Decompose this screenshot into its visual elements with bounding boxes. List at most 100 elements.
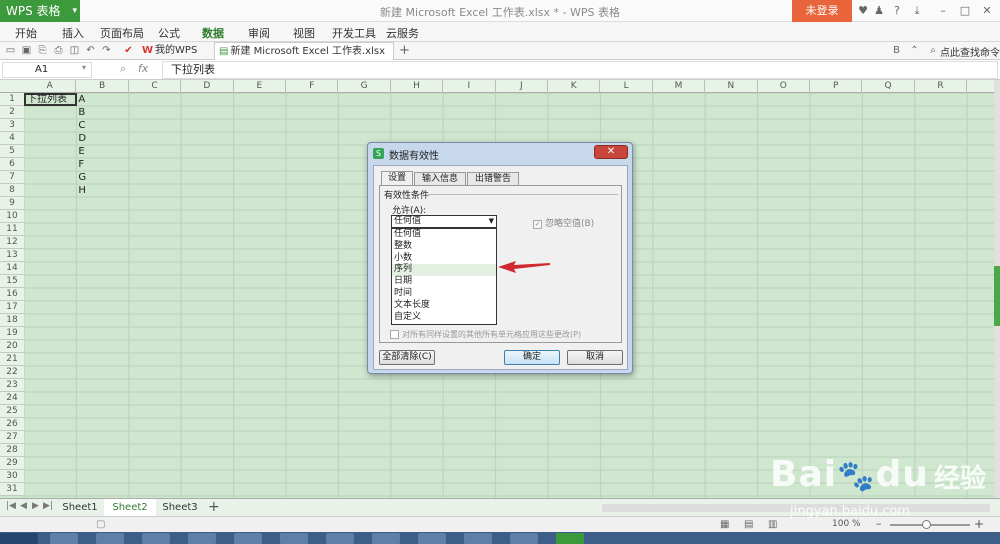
row-header[interactable]: 2 bbox=[0, 106, 24, 119]
row-header[interactable]: 27 bbox=[0, 431, 24, 444]
menu-data[interactable]: 数据 bbox=[202, 25, 224, 41]
export-icon[interactable]: ⎘ bbox=[36, 44, 49, 57]
taskbar-app-icon[interactable] bbox=[326, 533, 354, 544]
tab-input-message[interactable]: 输入信息 bbox=[414, 172, 466, 186]
taskbar-app-icon[interactable] bbox=[234, 533, 262, 544]
row-header[interactable]: 14 bbox=[0, 262, 24, 275]
taskbar-app-icon[interactable] bbox=[96, 533, 124, 544]
column-header[interactable]: B bbox=[76, 80, 129, 93]
column-header[interactable]: P bbox=[810, 80, 863, 93]
column-header[interactable]: D bbox=[181, 80, 234, 93]
menu-cloud-services[interactable]: 云服务 bbox=[386, 25, 419, 41]
row-header[interactable]: 11 bbox=[0, 223, 24, 236]
print-icon[interactable]: ⎙ bbox=[52, 44, 65, 57]
preview-icon[interactable]: ◫ bbox=[68, 44, 81, 57]
row-header[interactable]: 4 bbox=[0, 132, 24, 145]
row-header[interactable]: 12 bbox=[0, 236, 24, 249]
menu-review[interactable]: 审阅 bbox=[248, 25, 270, 41]
dialog-close-button[interactable]: ✕ bbox=[594, 145, 628, 159]
taskbar-wps-icon[interactable] bbox=[556, 533, 584, 544]
row-header[interactable]: 18 bbox=[0, 314, 24, 327]
taskbar-app-icon[interactable] bbox=[142, 533, 170, 544]
cell-value[interactable]: A bbox=[76, 93, 85, 106]
last-sheet-icon[interactable]: ▶| bbox=[43, 501, 53, 511]
fx-label[interactable]: fx bbox=[138, 62, 148, 75]
new-tab-icon[interactable]: + bbox=[398, 44, 411, 57]
allow-option-custom[interactable]: 自定义 bbox=[392, 312, 496, 324]
tab-error-alert[interactable]: 出错警告 bbox=[467, 172, 519, 186]
row-header[interactable]: 15 bbox=[0, 275, 24, 288]
row-header[interactable]: 9 bbox=[0, 197, 24, 210]
row-header[interactable]: 1 bbox=[0, 93, 24, 106]
minimize-icon[interactable]: – bbox=[936, 4, 950, 18]
doc-tab-my-wps[interactable]: W我的WPS ✕ bbox=[138, 42, 212, 73]
save-icon[interactable]: ▣ bbox=[20, 44, 33, 57]
row-header[interactable]: 7 bbox=[0, 171, 24, 184]
cell-value[interactable]: D bbox=[76, 132, 86, 145]
command-search[interactable]: 点此查找命令 bbox=[940, 44, 1000, 59]
column-header[interactable]: M bbox=[653, 80, 706, 93]
menu-page-layout[interactable]: 页面布局 bbox=[100, 25, 144, 41]
name-box[interactable]: A1 bbox=[2, 62, 92, 78]
allow-option-text-length[interactable]: 文本长度 bbox=[392, 300, 496, 312]
row-header[interactable]: 13 bbox=[0, 249, 24, 262]
column-header[interactable]: I bbox=[443, 80, 496, 93]
search-icon[interactable]: ⌕ bbox=[926, 44, 940, 57]
allow-option-any[interactable]: 任何值 bbox=[392, 229, 496, 241]
clear-all-button[interactable]: 全部清除(C) bbox=[379, 350, 435, 365]
taskbar-app-icon[interactable] bbox=[464, 533, 492, 544]
allow-option-integer[interactable]: 整数 bbox=[392, 241, 496, 253]
row-header[interactable]: 31 bbox=[0, 483, 24, 496]
row-header[interactable]: 22 bbox=[0, 366, 24, 379]
menu-developer-tools[interactable]: 开发工具 bbox=[332, 25, 376, 41]
column-header[interactable]: J bbox=[496, 80, 548, 93]
row-header[interactable]: 28 bbox=[0, 444, 24, 457]
row-header[interactable]: 6 bbox=[0, 158, 24, 171]
row-header[interactable]: 25 bbox=[0, 405, 24, 418]
menu-formulas[interactable]: 公式 bbox=[158, 25, 180, 41]
next-sheet-icon[interactable]: ▶ bbox=[32, 501, 39, 511]
row-header[interactable]: 24 bbox=[0, 392, 24, 405]
sheet-tab-2[interactable]: Sheet2 bbox=[104, 499, 156, 517]
shirt-icon[interactable]: ♥ bbox=[856, 4, 870, 18]
row-header[interactable]: 26 bbox=[0, 418, 24, 431]
ignore-blank-checkbox[interactable]: ✓ 忽略空值(B) bbox=[533, 216, 594, 229]
row-header[interactable]: 20 bbox=[0, 340, 24, 353]
scroll-thumb[interactable] bbox=[994, 266, 1000, 326]
skin-icon[interactable]: ♟ bbox=[872, 4, 886, 18]
menu-insert[interactable]: 插入 bbox=[62, 25, 84, 41]
help-icon[interactable]: ? bbox=[890, 4, 904, 18]
dialog-title-bar[interactable]: S 数据有效性 ✕ bbox=[368, 143, 632, 163]
chevron-down-icon[interactable]: ▼ bbox=[489, 216, 494, 227]
row-header[interactable]: 29 bbox=[0, 457, 24, 470]
login-button[interactable]: 未登录 bbox=[792, 0, 852, 22]
menu-view[interactable]: 视图 bbox=[293, 25, 315, 41]
row-header[interactable]: 16 bbox=[0, 288, 24, 301]
sheet-tab-1[interactable]: Sheet1 bbox=[56, 499, 104, 517]
row-header[interactable]: 3 bbox=[0, 119, 24, 132]
allow-select[interactable]: 任何值 ▼ bbox=[391, 215, 497, 228]
row-header[interactable]: 21 bbox=[0, 353, 24, 366]
undo-icon[interactable]: ↶ bbox=[84, 44, 97, 57]
first-sheet-icon[interactable]: |◀ bbox=[6, 501, 16, 511]
row-header[interactable]: 30 bbox=[0, 470, 24, 483]
cell-value[interactable]: E bbox=[76, 145, 84, 158]
taskbar-app-icon[interactable] bbox=[50, 533, 78, 544]
start-button[interactable] bbox=[0, 533, 38, 544]
sheet-tab-3[interactable]: Sheet3 bbox=[156, 499, 204, 517]
cell-value[interactable]: B bbox=[76, 106, 85, 119]
zoom-icon[interactable]: ⌕ bbox=[120, 62, 126, 76]
taskbar-app-icon[interactable] bbox=[510, 533, 538, 544]
ok-button[interactable]: 确定 bbox=[504, 350, 560, 365]
close-icon[interactable]: ✕ bbox=[980, 4, 994, 18]
allow-option-decimal[interactable]: 小数 bbox=[392, 253, 496, 265]
row-header[interactable]: 17 bbox=[0, 301, 24, 314]
collapse-ribbon-icon[interactable]: ⌃ bbox=[908, 44, 921, 57]
row-header[interactable]: 19 bbox=[0, 327, 24, 340]
doc-tab-workbook[interactable]: ▤新建 Microsoft Excel 工作表.xlsx * ✕ bbox=[214, 42, 394, 74]
bold-icon[interactable]: B bbox=[890, 44, 903, 57]
cell-value[interactable]: F bbox=[76, 158, 84, 171]
prev-sheet-icon[interactable]: ◀ bbox=[20, 501, 27, 511]
vertical-scrollbar[interactable] bbox=[994, 80, 1000, 498]
row-header[interactable]: 5 bbox=[0, 145, 24, 158]
